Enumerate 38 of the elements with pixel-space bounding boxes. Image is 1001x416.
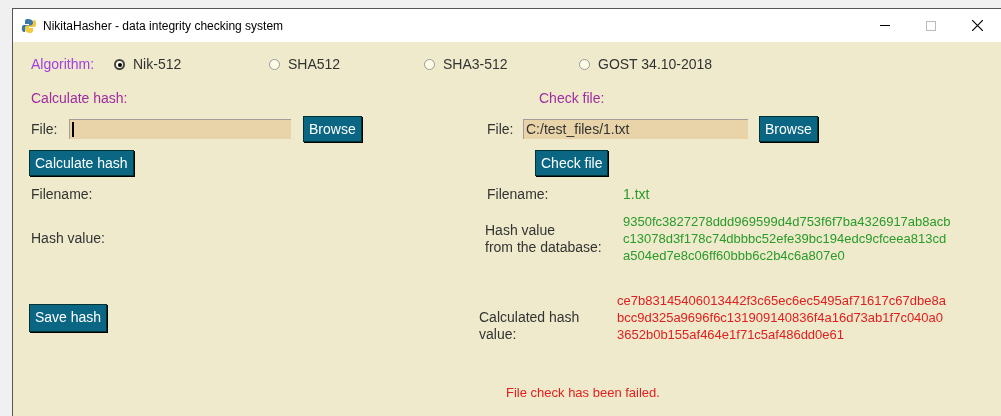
filename-value: 1.txt — [623, 186, 650, 203]
section-heading: Check file: — [539, 89, 605, 105]
radio-button[interactable] — [269, 59, 280, 70]
save-hash-button[interactable]: Save hash — [29, 303, 108, 332]
radio-label: GOST 34.10-2018 — [598, 56, 713, 73]
calculated-hash-label: value: — [479, 326, 518, 343]
calculated-hash-label: Calculated hash — [479, 309, 581, 326]
hash-line: 9350fc3827278ddd969599d4d753f6f7ba4326917ab8acb — [623, 213, 951, 230]
file-label: File: — [487, 120, 515, 138]
filename-label: Filename: — [487, 186, 550, 203]
radio-label: SHA512 — [288, 56, 341, 73]
hash-line: ce7b83145406013442f3c65ec6ec5495af71617c67dbe8a — [617, 292, 946, 309]
hash-line: a504ed7e8c06ff60bbb6c2b4c6a807e0 — [623, 247, 846, 264]
algorithm-label: Algorithm: — [31, 55, 96, 74]
snake-logo-icon — [21, 17, 37, 34]
radio-label: Nik-512 — [133, 56, 182, 73]
file-input[interactable] — [69, 119, 291, 139]
filename-label: Filename: — [31, 186, 94, 203]
calculate-hash-button[interactable]: Calculate hash — [29, 150, 134, 176]
status-message: File check has been failed. — [506, 385, 660, 400]
hash-line: bcc9d325a9696f6c131909140836f4a16d73ab1f7c040a0 — [617, 309, 945, 326]
browse-button[interactable]: Browse — [759, 116, 818, 142]
file-input[interactable]: C:/test_files/1.txt — [523, 119, 748, 139]
check-file-button[interactable]: Check file — [535, 150, 609, 176]
hash-value-label: Hash value — [485, 221, 557, 239]
hash-line: c13078d3f178c74dbbbc52efe39bc194edc9cfceea813cd — [623, 230, 948, 247]
hash-value-label: from the database: — [485, 238, 603, 256]
hash-line: 3652b0b155af464e1f71c5af486dd0e61 — [617, 326, 845, 343]
radio-button[interactable] — [424, 59, 435, 70]
radio-button[interactable] — [114, 59, 125, 70]
hash-value-label: Hash value: — [31, 230, 106, 247]
close-icon[interactable] — [972, 20, 983, 31]
section-heading: Calculate hash: — [31, 89, 129, 105]
radio-button[interactable] — [579, 59, 590, 70]
window-title: NikitaHasher - data integrity checking system — [43, 17, 284, 35]
file-label: File: — [31, 120, 59, 138]
radio-label: SHA3-512 — [443, 56, 508, 73]
browse-button[interactable]: Browse — [303, 116, 362, 142]
